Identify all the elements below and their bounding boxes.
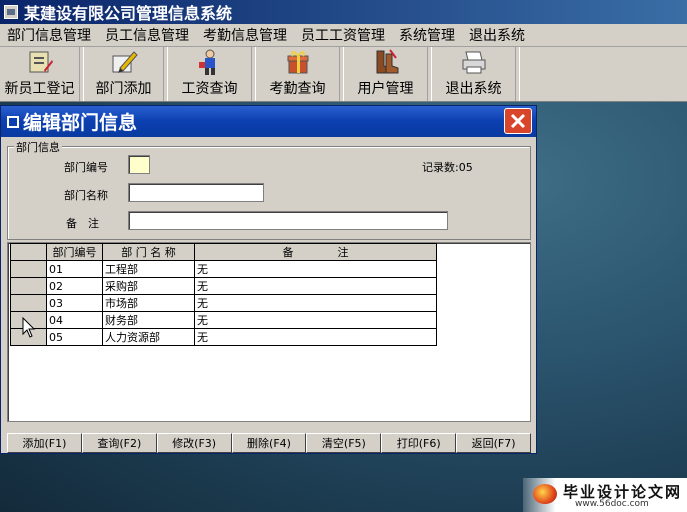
- note-input[interactable]: [128, 211, 448, 230]
- watermark: 毕业设计论文网 www.56doc.com: [523, 478, 687, 512]
- cell-name[interactable]: 人力资源部: [102, 328, 195, 346]
- new-employee-button[interactable]: 新员工登记: [0, 47, 80, 101]
- delete-button[interactable]: 删除(F4): [231, 433, 307, 453]
- dept-name-input[interactable]: [128, 183, 264, 202]
- row-indicator-header: [10, 243, 47, 261]
- app-title: 某建设有限公司管理信息系统: [24, 4, 233, 23]
- query-button[interactable]: 查询(F2): [81, 433, 157, 453]
- cell-code[interactable]: 03: [46, 294, 103, 312]
- dept-code-input[interactable]: [128, 155, 150, 174]
- mouse-cursor-icon: [22, 317, 36, 338]
- dept-add-button[interactable]: 部门添加: [84, 47, 164, 101]
- menu-system[interactable]: 系统管理: [392, 25, 462, 45]
- menu-attendance-info[interactable]: 考勤信息管理: [196, 25, 294, 45]
- close-button[interactable]: [504, 108, 532, 134]
- cell-note[interactable]: 无: [194, 260, 437, 278]
- exit-system-button[interactable]: 退出系统: [432, 47, 516, 101]
- cell-code[interactable]: 05: [46, 328, 103, 346]
- cell-note[interactable]: 无: [194, 294, 437, 312]
- cell-name[interactable]: 市场部: [102, 294, 195, 312]
- group-label: 部门信息: [14, 139, 62, 155]
- app-icon: [4, 5, 18, 19]
- table-row[interactable]: 04 财务部 无: [10, 311, 437, 329]
- dept-add-label: 部门添加: [95, 81, 152, 97]
- cell-code[interactable]: 04: [46, 311, 103, 329]
- user-manage-button[interactable]: 用户管理: [344, 47, 428, 101]
- dept-table: 部门编号 部 门 名 称 备 注 01 工程部 无 02 采购部 无 03 市场…: [10, 243, 437, 346]
- return-button[interactable]: 返回(F7): [456, 433, 532, 453]
- cell-name[interactable]: 采购部: [102, 277, 195, 295]
- print-button[interactable]: 打印(F6): [381, 433, 457, 453]
- attendance-query-label: 考勤查询: [269, 81, 326, 97]
- dept-grid[interactable]: 部门编号 部 门 名 称 备 注 01 工程部 无 02 采购部 无 03 市场…: [7, 242, 531, 422]
- menu-dept-info[interactable]: 部门信息管理: [0, 25, 98, 45]
- column-header-code[interactable]: 部门编号: [46, 243, 103, 261]
- cell-name[interactable]: 工程部: [102, 260, 195, 278]
- menu-exit[interactable]: 退出系统: [462, 25, 532, 45]
- note-label: 备 注: [66, 217, 99, 230]
- column-header-name[interactable]: 部 门 名 称: [102, 243, 195, 261]
- cell-note[interactable]: 无: [194, 328, 437, 346]
- printer-icon: [462, 51, 485, 74]
- toolbar: 新员工登记 部门添加 工资查询 考勤查询 用户管理 退出系统: [0, 47, 687, 102]
- record-count-label: 记录数:05: [422, 161, 473, 174]
- table-row[interactable]: 02 采购部 无: [10, 277, 437, 295]
- user-manage-label: 用户管理: [357, 81, 414, 97]
- cell-code[interactable]: 01: [46, 260, 103, 278]
- app-title-bar: 某建设有限公司管理信息系统: [0, 0, 687, 24]
- dialog-icon: [7, 115, 19, 128]
- boots-icon: [376, 49, 398, 74]
- edit-pencil-icon: [112, 51, 138, 73]
- menu-employee-info[interactable]: 员工信息管理: [98, 25, 196, 45]
- cell-code[interactable]: 02: [46, 277, 103, 295]
- register-icon: [29, 51, 53, 73]
- add-button[interactable]: 添加(F1): [7, 433, 82, 453]
- dialog-title-bar: 编辑部门信息: [1, 106, 536, 137]
- salary-query-button[interactable]: 工资查询: [168, 47, 252, 101]
- modify-button[interactable]: 修改(F3): [156, 433, 232, 453]
- dialog-button-bar: 添加(F1) 查询(F2) 修改(F3) 删除(F4) 清空(F5) 打印(F6…: [7, 433, 532, 453]
- record-count: 记录数:05: [422, 159, 473, 175]
- dialog-title: 编辑部门信息: [23, 112, 138, 134]
- dept-info-group: 部门信息 部门编号 部门名称 备 注 记录数:05: [7, 139, 531, 240]
- dept-name-label: 部门名称: [64, 189, 108, 202]
- gift-box-icon: [287, 51, 308, 74]
- table-row[interactable]: 05 人力资源部 无: [10, 328, 437, 346]
- row-indicator[interactable]: [10, 277, 47, 295]
- close-icon: [510, 113, 526, 129]
- edit-dept-dialog: 编辑部门信息 部门信息 部门编号 部门名称 备 注 记录数:05 部门编号 部 …: [0, 105, 537, 454]
- new-employee-label: 新员工登记: [4, 81, 75, 97]
- row-indicator[interactable]: [10, 260, 47, 278]
- table-row[interactable]: 03 市场部 无: [10, 294, 437, 312]
- watermark-logo-icon: [533, 484, 557, 504]
- menu-bar: 部门信息管理 员工信息管理 考勤信息管理 员工工资管理 系统管理 退出系统: [0, 24, 687, 47]
- exit-system-label: 退出系统: [445, 81, 502, 97]
- row-indicator[interactable]: [10, 294, 47, 312]
- cell-name[interactable]: 财务部: [102, 311, 195, 329]
- cell-note[interactable]: 无: [194, 311, 437, 329]
- table-row[interactable]: 01 工程部 无: [10, 260, 437, 278]
- person-icon: [198, 49, 215, 75]
- dept-code-label: 部门编号: [64, 161, 108, 174]
- watermark-url: www.56doc.com: [575, 499, 649, 509]
- clear-button[interactable]: 清空(F5): [306, 433, 382, 453]
- cell-note[interactable]: 无: [194, 277, 437, 295]
- attendance-query-button[interactable]: 考勤查询: [256, 47, 340, 101]
- column-header-note[interactable]: 备 注: [194, 243, 437, 261]
- salary-query-label: 工资查询: [181, 81, 238, 97]
- menu-salary[interactable]: 员工工资管理: [294, 25, 392, 45]
